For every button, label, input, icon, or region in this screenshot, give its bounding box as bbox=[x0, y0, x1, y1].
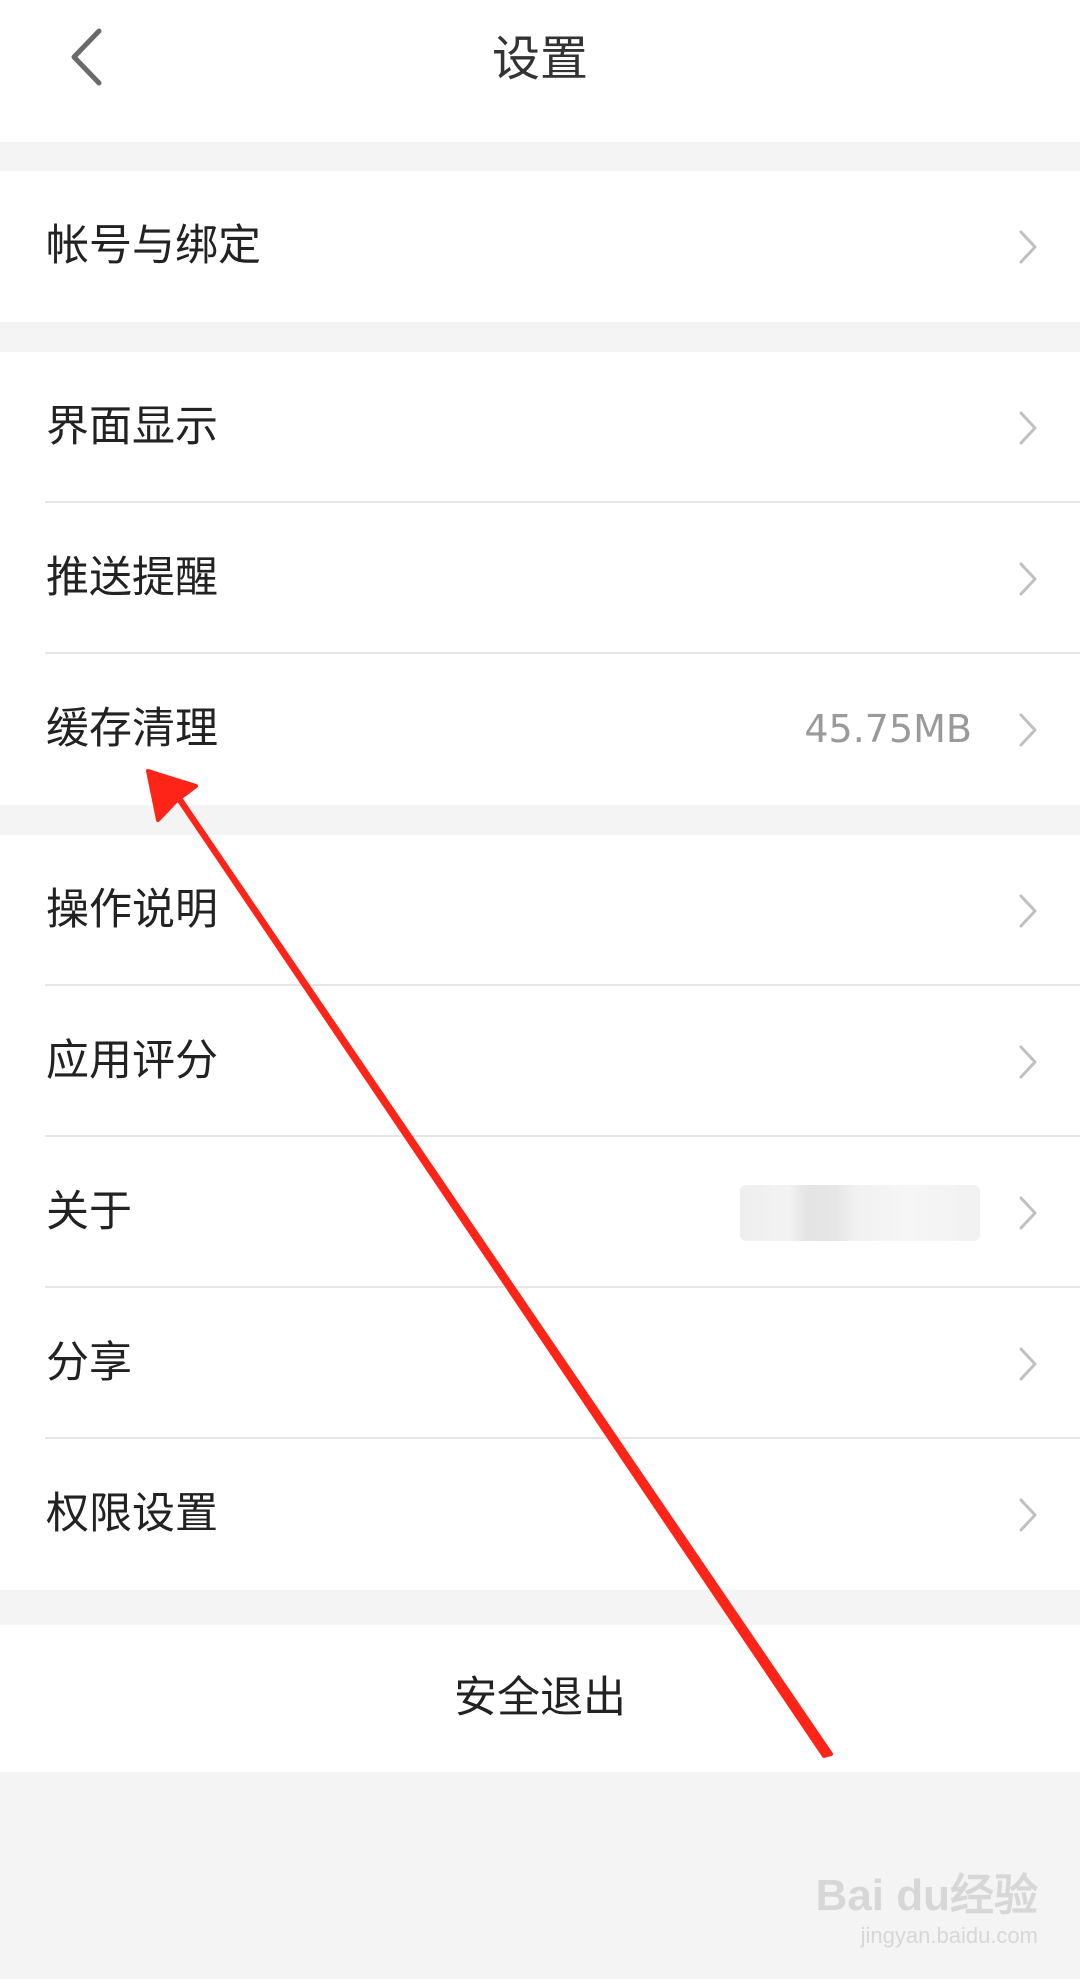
chevron-right-icon bbox=[1019, 1196, 1037, 1230]
chevron-right-icon bbox=[1019, 562, 1037, 596]
header: 设置 bbox=[0, 0, 1080, 142]
chevron-right-icon bbox=[1019, 1045, 1037, 1079]
settings-item-instructions[interactable]: 操作说明 bbox=[0, 835, 1080, 986]
settings-item-label: 关于 bbox=[46, 1187, 132, 1237]
chevron-right-icon bbox=[1019, 894, 1037, 928]
chevron-right-icon bbox=[1019, 411, 1037, 445]
settings-item-interface-display[interactable]: 界面显示 bbox=[0, 352, 1080, 503]
chevron-right-icon bbox=[1019, 713, 1037, 747]
settings-item-label: 缓存清理 bbox=[46, 704, 218, 754]
settings-item-permissions[interactable]: 权限设置 bbox=[0, 1439, 1080, 1590]
settings-item-label: 应用评分 bbox=[46, 1036, 218, 1086]
settings-item-label: 推送提醒 bbox=[46, 553, 218, 603]
settings-item-clear-cache[interactable]: 缓存清理 45.75MB bbox=[0, 654, 1080, 805]
settings-item-label: 界面显示 bbox=[46, 402, 218, 452]
chevron-right-icon bbox=[1019, 1498, 1037, 1532]
page-title: 设置 bbox=[491, 31, 588, 87]
chevron-right-icon bbox=[1019, 230, 1037, 264]
chevron-right-icon bbox=[1019, 1347, 1037, 1381]
settings-group-display: 界面显示 推送提醒 缓存清理 45.75MB bbox=[0, 352, 1080, 805]
settings-group-misc: 操作说明 应用评分 关于 分享 权限设置 bbox=[0, 835, 1080, 1590]
cache-size-value: 45.75MB bbox=[804, 707, 972, 751]
watermark-logo-text: Bai du经验 bbox=[815, 1871, 1038, 1920]
settings-item-label: 帐号与绑定 bbox=[46, 221, 261, 271]
blurred-version-text bbox=[740, 1185, 980, 1241]
settings-item-rate-app[interactable]: 应用评分 bbox=[0, 986, 1080, 1137]
settings-item-label: 操作说明 bbox=[46, 885, 218, 935]
settings-item-share[interactable]: 分享 bbox=[0, 1288, 1080, 1439]
settings-item-label: 分享 bbox=[46, 1338, 132, 1388]
baidu-watermark: Bai du经验 jingyan.baidu.com bbox=[816, 1859, 1038, 1949]
logout-button[interactable]: 安全退出 bbox=[0, 1625, 1080, 1772]
settings-item-push-notifications[interactable]: 推送提醒 bbox=[0, 503, 1080, 654]
settings-item-about[interactable]: 关于 bbox=[0, 1137, 1080, 1288]
settings-group-account: 帐号与绑定 bbox=[0, 171, 1080, 322]
settings-item-account-binding[interactable]: 帐号与绑定 bbox=[0, 171, 1080, 322]
watermark-url: jingyan.baidu.com bbox=[860, 1923, 1038, 1948]
settings-item-label: 权限设置 bbox=[46, 1489, 218, 1539]
